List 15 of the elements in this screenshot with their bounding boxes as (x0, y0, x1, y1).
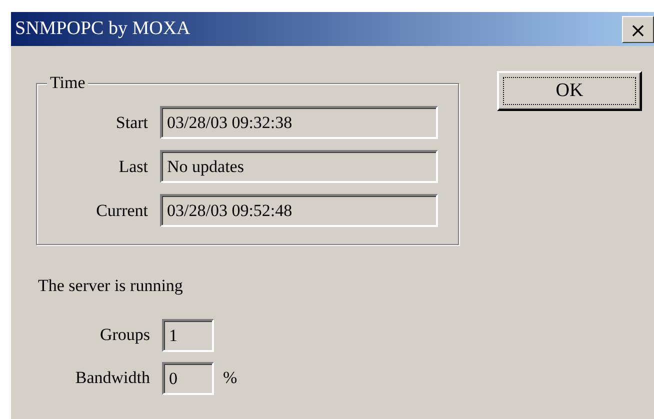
readonly-field[interactable]: 03/28/03 09:52:48 (160, 194, 438, 227)
status-text: The server is running (38, 275, 184, 297)
window-title: SNMPOPC by MOXA (15, 16, 190, 41)
field-label: Last (118, 156, 148, 176)
readonly-field[interactable]: 0 (162, 362, 214, 394)
close-button[interactable]: × (622, 16, 654, 43)
field-label: Groups (100, 325, 150, 344)
field-label: Current (96, 200, 148, 220)
readonly-field[interactable]: 1 (162, 318, 214, 352)
unit-label: % (223, 367, 238, 390)
field-label: Bandwidth (75, 368, 150, 388)
field-label: Start (116, 112, 148, 132)
readonly-field[interactable]: No updates (160, 150, 438, 183)
ok-button[interactable]: OK (497, 71, 642, 111)
readonly-field[interactable]: 03/28/03 09:32:38 (160, 106, 438, 139)
